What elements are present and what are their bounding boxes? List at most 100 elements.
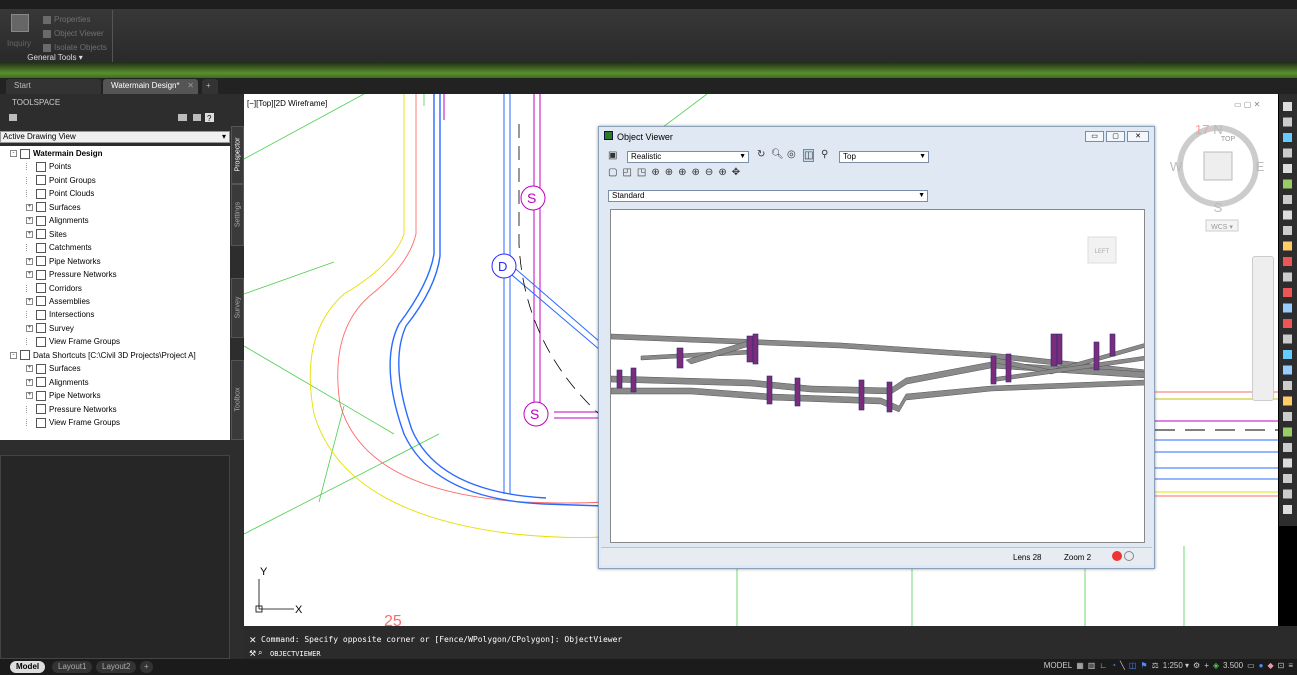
tree-item[interactable]: View Frame Groups	[26, 416, 120, 429]
lens-readout[interactable]: Lens 28	[1013, 553, 1041, 562]
expand-icon[interactable]: +	[26, 203, 33, 211]
visual-style-select[interactable]: Realistic ▼	[627, 151, 749, 163]
isodraft-icon[interactable]: ╲	[1120, 661, 1125, 670]
gear-icon[interactable]: ⚙	[1193, 661, 1200, 670]
palette-tool-icon[interactable]	[1283, 350, 1292, 359]
minimize-button[interactable]: ▭	[1085, 131, 1104, 142]
tree-item[interactable]: Catchments	[26, 241, 92, 254]
toolspace-tree-icon[interactable]	[178, 114, 187, 121]
annotation-icon[interactable]: ⚑	[1140, 661, 1147, 670]
expand-icon[interactable]: +	[26, 257, 33, 265]
palette-tool-icon[interactable]	[1283, 412, 1292, 421]
tree-item[interactable]: Pressure Networks	[26, 403, 117, 416]
ortho-icon[interactable]: ∟	[1099, 661, 1107, 670]
tab-settings[interactable]: Settings	[231, 184, 244, 246]
palette-tool-icon[interactable]	[1283, 164, 1292, 173]
palette-tool-icon[interactable]	[1283, 179, 1292, 189]
wrench-icon[interactable]: ⚒	[249, 649, 256, 658]
tab-toolbox[interactable]: Toolbox	[231, 360, 244, 440]
expand-icon[interactable]: +	[26, 378, 33, 386]
tree-item[interactable]: + Pipe Networks	[26, 255, 101, 268]
palette-tool-icon[interactable]	[1283, 210, 1292, 220]
properties-button[interactable]: Properties	[43, 15, 90, 24]
mini-viewcube-label[interactable]: LEFT	[1095, 249, 1110, 255]
side-view-icon[interactable]: ◳	[637, 167, 646, 178]
drawing-window-controls[interactable]: ▭ ▢ ✕	[1234, 100, 1260, 109]
palette-tool-icon[interactable]	[1283, 226, 1292, 235]
viewcube-east[interactable]: E	[1256, 159, 1265, 174]
palette-tool-icon[interactable]	[1283, 102, 1292, 111]
tab-prospector[interactable]: Prospector	[231, 126, 244, 184]
navigation-bar[interactable]	[1252, 256, 1274, 401]
expand-icon[interactable]: +	[26, 297, 33, 305]
viewcube-south[interactable]: S	[1214, 200, 1223, 215]
tree-item[interactable]: Intersections	[26, 308, 94, 321]
scale-icon[interactable]: ⚖	[1152, 661, 1159, 670]
view-select[interactable]: Top ▼	[839, 151, 929, 163]
viewport-controls[interactable]: [−][Top][2D Wireframe]	[247, 99, 327, 108]
hardware-icon[interactable]: ●	[1259, 661, 1264, 670]
tree-item[interactable]: + Surfaces	[26, 362, 81, 375]
palette-tool-icon[interactable]	[1283, 443, 1292, 452]
zoom-out-icon[interactable]: ⊖	[705, 167, 713, 178]
viewcube-west[interactable]: W	[1170, 159, 1183, 174]
close-button[interactable]: ✕	[1127, 131, 1149, 142]
model-space-toggle[interactable]: MODEL	[1044, 661, 1072, 670]
palette-tool-icon[interactable]	[1283, 427, 1292, 437]
snap-icon[interactable]: ▥	[1088, 661, 1096, 670]
toolspace-list-icon[interactable]	[193, 114, 201, 121]
polar-icon[interactable]: ◔	[1111, 661, 1116, 670]
palette-tool-icon[interactable]	[1283, 381, 1292, 390]
pan-icon[interactable]: ✥	[732, 167, 740, 178]
collapse-icon[interactable]: -	[10, 150, 17, 157]
palette-tool-icon[interactable]	[1283, 489, 1292, 499]
palette-tool-icon[interactable]	[1283, 117, 1292, 127]
tree-item[interactable]: + Alignments	[26, 376, 89, 389]
zoom-in-icon[interactable]: ⊕	[692, 167, 700, 178]
palette-tool-icon[interactable]	[1283, 241, 1292, 251]
palette-tool-icon[interactable]	[1283, 505, 1292, 514]
tree-item[interactable]: + Assemblies	[26, 295, 90, 308]
palette-tool-icon[interactable]	[1283, 474, 1292, 483]
palette-tool-icon[interactable]	[1283, 257, 1292, 266]
expand-icon[interactable]: +	[26, 230, 33, 238]
maximize-button[interactable]: ▢	[1106, 131, 1125, 142]
expand-icon[interactable]: +	[26, 271, 33, 279]
tree-item[interactable]: Points	[26, 160, 71, 173]
expand-icon[interactable]: +	[26, 324, 33, 332]
tree-item[interactable]: + Alignments	[26, 214, 89, 227]
add-layout-button[interactable]: +	[140, 661, 153, 673]
menu-icon[interactable]: ≡	[1288, 661, 1293, 670]
annotation-scale[interactable]: 1:250 ▾	[1163, 661, 1189, 670]
viewcube-face-label[interactable]: TOP	[1221, 136, 1236, 143]
palette-tool-icon[interactable]	[1283, 319, 1292, 328]
command-input[interactable]: OBJECTVIEWER	[270, 650, 321, 658]
tree-item[interactable]: + Surfaces	[26, 201, 81, 214]
front-view-icon[interactable]: ◰	[622, 167, 631, 178]
palette-tool-icon[interactable]	[1283, 365, 1292, 375]
tree-item[interactable]: Point Clouds	[26, 187, 94, 200]
expand-icon[interactable]: +	[26, 392, 33, 400]
tree-item[interactable]: + Sites	[26, 228, 67, 241]
close-icon[interactable]: ✕	[249, 635, 257, 646]
palette-tool-icon[interactable]	[1283, 396, 1292, 406]
palette-tool-icon[interactable]	[1283, 458, 1292, 468]
zoom-icon[interactable]: 🔍︎	[771, 149, 784, 160]
toolspace-view-select[interactable]: Active Drawing View ▾	[0, 131, 230, 143]
preset-select[interactable]: Standard ▼	[608, 190, 928, 202]
fullscreen-icon[interactable]: ⊡	[1278, 661, 1285, 670]
expand-icon[interactable]: +	[26, 365, 33, 373]
tree-item[interactable]: - Data Shortcuts [C:\Civil 3D Projects\Pr…	[10, 349, 196, 362]
tree-item[interactable]: - Watermain Design	[10, 147, 103, 160]
collapse-icon[interactable]: -	[10, 351, 17, 359]
palette-tool-icon[interactable]	[1283, 272, 1292, 282]
zoom-extents-icon[interactable]: ⊕	[678, 167, 686, 178]
perspective-icon[interactable]: ◎	[787, 149, 796, 160]
tab-start[interactable]: Start	[6, 79, 101, 94]
zoom-previous-icon[interactable]: ⊕	[718, 167, 726, 178]
object-viewer-canvas[interactable]: LEFT	[610, 209, 1145, 543]
new-tab-button[interactable]: +	[202, 79, 218, 94]
camera-icon[interactable]: ⚲	[821, 149, 828, 160]
plus-icon[interactable]: +	[1204, 661, 1209, 670]
palette-tool-icon[interactable]	[1283, 148, 1292, 158]
